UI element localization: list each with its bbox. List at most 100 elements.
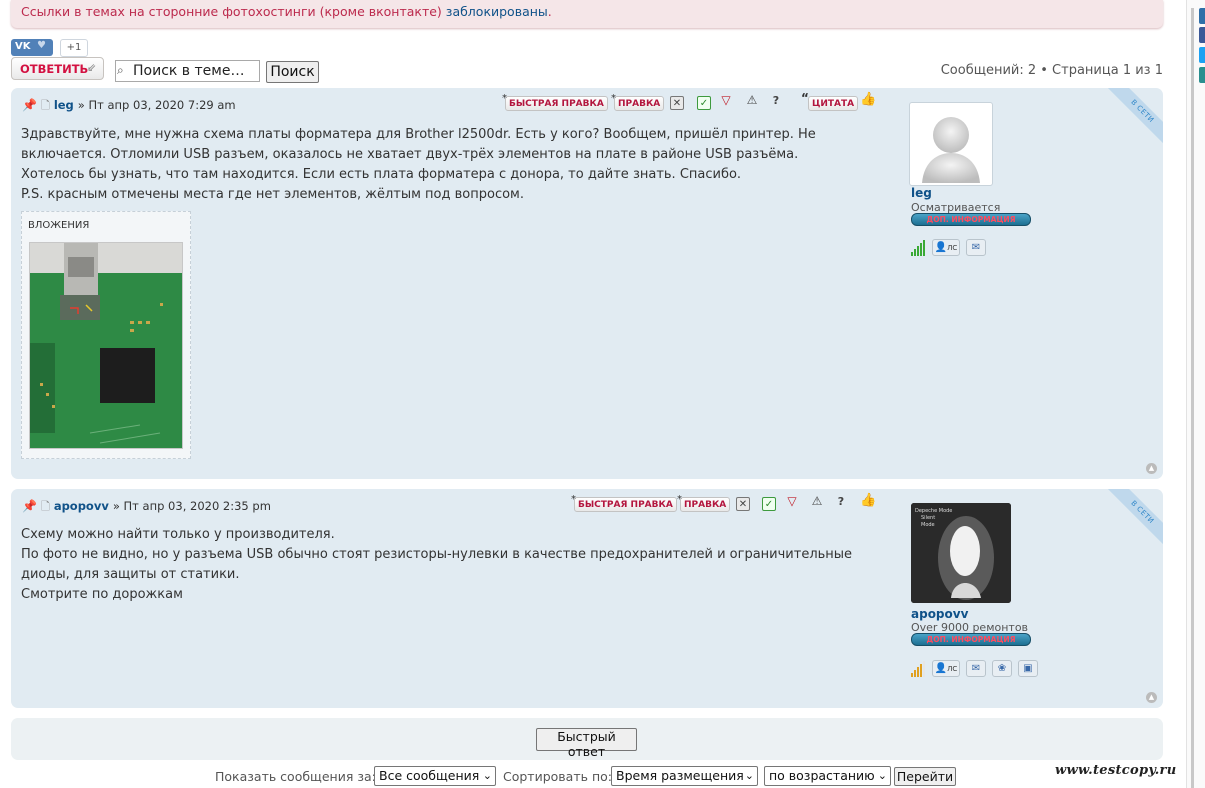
sort-by-select[interactable]: Время размещения ⌄	[611, 766, 758, 786]
post-text-line: Смотрите по дорожкам	[21, 587, 183, 602]
notice-message: Ссылки в темах на сторонние фотохостинги…	[21, 4, 442, 19]
pin-icon[interactable]: 📌	[22, 98, 37, 112]
notice-text: Ссылки в темах на сторонние фотохостинги…	[21, 4, 552, 19]
report-icon[interactable]: ⚠	[810, 495, 824, 509]
sort-order-value: по возрастанию	[769, 768, 875, 783]
post-link-icon[interactable]: 🗋	[41, 500, 50, 513]
avatar-image: Depeche Mode Silent Mode	[911, 503, 1011, 603]
online-ribbon: В СЕТИ	[1099, 88, 1163, 152]
avatar-caption: Silent	[921, 515, 935, 521]
twitter-side-icon[interactable]	[1199, 47, 1205, 63]
sort-by-label: Сортировать по:	[503, 769, 612, 784]
more-info-bar[interactable]: ДОП. ИНФОРМАЦИЯ	[911, 213, 1031, 226]
go-button[interactable]: Перейти	[894, 767, 956, 786]
chevron-down-icon: ⌄	[482, 769, 492, 782]
report-icon[interactable]: ⚠	[745, 94, 759, 108]
quick-reply-button[interactable]: Быстрый ответ	[536, 728, 637, 759]
sort-order-select[interactable]: по возрастанию ⌄	[764, 766, 891, 786]
reply-button[interactable]: ОТВЕТИТЬ ⇙	[11, 57, 104, 80]
post-1: В СЕТИ 📌 🗋 leg» Пт апр 03, 2020 7:29 am * Б…	[11, 88, 1163, 479]
edit-label: ПРАВКА	[618, 99, 661, 109]
delete-icon[interactable]: ✕	[670, 96, 684, 110]
avatar-caption: Mode	[921, 522, 935, 528]
quick-edit-label: БЫСТРАЯ ПРАВКА	[578, 500, 673, 510]
search-button[interactable]: Поиск	[266, 61, 319, 83]
notice-period: .	[547, 4, 552, 19]
vk-like-button[interactable]: VK ♥	[11, 39, 53, 56]
online-badge: В СЕТИ	[1104, 489, 1163, 550]
star-icon: *	[677, 494, 682, 505]
post-2: В СЕТИ 📌 🗋 apopovv» Пт апр 03, 2020 2:35 p…	[11, 489, 1163, 708]
signal-icon	[911, 661, 927, 677]
quick-edit-button[interactable]: * БЫСТРАЯ ПРАВКА	[571, 494, 677, 512]
avatar[interactable]	[909, 102, 993, 186]
attachments-box: ВЛОЖЕНИЯ	[21, 211, 191, 459]
album-icon[interactable]: ▣	[1018, 660, 1038, 677]
edit-label: ПРАВКА	[684, 500, 727, 510]
back-to-top-icon[interactable]: ▲	[1146, 692, 1157, 703]
reply-button-label: ОТВЕТИТЬ	[20, 62, 89, 76]
quick-edit-label: БЫСТРАЯ ПРАВКА	[509, 99, 604, 109]
share-side-icon[interactable]	[1199, 8, 1205, 24]
delete-icon[interactable]: ✕	[736, 497, 750, 511]
post-text-line: Схему можно найти только у производителя…	[21, 527, 335, 542]
post-text-line: диоды, для защиты от статики.	[21, 567, 240, 582]
quote-button[interactable]: “ЦИТАТА	[801, 91, 859, 111]
post-author[interactable]: leg	[54, 98, 74, 112]
star-icon: *	[571, 494, 576, 505]
post-content: Здравствуйте, мне нужна схема платы форм…	[21, 125, 891, 205]
show-posts-select[interactable]: Все сообщения ⌄	[374, 766, 496, 786]
search-input[interactable]	[115, 60, 260, 82]
post-link-icon[interactable]: 🗋	[41, 99, 50, 112]
pm-label: ЛС	[947, 244, 958, 252]
profile-username[interactable]: apopovv	[911, 607, 968, 621]
pm-button[interactable]: 👤ЛС	[932, 660, 960, 677]
notice-link[interactable]: заблокированы	[446, 4, 548, 19]
attachments-label: ВЛОЖЕНИЯ	[28, 220, 90, 231]
facebook-side-icon[interactable]	[1199, 27, 1205, 43]
right-side-panel	[1186, 0, 1205, 788]
star-icon: *	[611, 93, 616, 104]
info-icon[interactable]: ?	[834, 495, 848, 509]
quick-edit-button[interactable]: * БЫСТРАЯ ПРАВКА	[502, 93, 608, 111]
sort-options-bar: Показать сообщения за: Все сообщения ⌄ Со…	[0, 766, 1205, 788]
pm-button[interactable]: 👤ЛС	[932, 239, 960, 256]
user-icon: 👤	[934, 242, 948, 253]
scroll-track[interactable]	[1191, 8, 1194, 788]
profile-username[interactable]: leg	[911, 186, 932, 200]
mail-side-icon[interactable]	[1199, 67, 1205, 83]
more-info-bar[interactable]: ДОП. ИНФОРМАЦИЯ	[911, 633, 1031, 646]
edit-button[interactable]: * ПРАВКА	[677, 494, 731, 512]
info-icon[interactable]: ?	[769, 94, 783, 108]
avatar[interactable]: Depeche Mode Silent Mode	[911, 503, 1011, 603]
icq-icon[interactable]: ❀	[992, 660, 1012, 677]
post-author[interactable]: apopovv	[54, 499, 109, 513]
post-header: 📌 🗋 leg» Пт апр 03, 2020 7:29 am	[22, 97, 236, 116]
notice-banner: Ссылки в темах на сторонние фотохостинги…	[11, 0, 1163, 28]
signal-icon	[911, 240, 927, 256]
post-text-line: включается. Отломили USB разъем, оказало…	[21, 147, 799, 162]
approve-icon[interactable]: ✓	[697, 96, 711, 110]
pin-icon[interactable]: 📌	[22, 499, 37, 513]
post-date: » Пт апр 03, 2020 2:35 pm	[112, 499, 271, 513]
search-icon: ⌕	[117, 63, 124, 77]
show-posts-value: Все сообщения	[379, 768, 480, 783]
approve-icon[interactable]: ✓	[762, 497, 776, 511]
heart-icon: ♥	[37, 40, 46, 51]
vk-icon: VK	[15, 41, 31, 52]
online-badge: В СЕТИ	[1104, 88, 1163, 149]
show-posts-label: Показать сообщения за:	[215, 769, 376, 784]
online-ribbon: В СЕТИ	[1099, 489, 1163, 553]
thumbs-up-icon[interactable]: 👍	[860, 494, 876, 508]
email-icon[interactable]: ✉	[966, 660, 986, 677]
warn-icon[interactable]: ▽	[785, 495, 799, 509]
quick-reply-panel: Быстрый ответ	[11, 718, 1163, 760]
attachment-image[interactable]	[29, 242, 183, 449]
pcb-photo	[30, 243, 182, 448]
warn-icon[interactable]: ▽	[719, 94, 733, 108]
email-icon[interactable]: ✉	[966, 239, 986, 256]
thumbs-up-icon[interactable]: 👍	[860, 93, 876, 107]
back-to-top-icon[interactable]: ▲	[1146, 463, 1157, 474]
sort-by-value: Время размещения	[616, 768, 744, 783]
edit-button[interactable]: * ПРАВКА	[611, 93, 665, 111]
